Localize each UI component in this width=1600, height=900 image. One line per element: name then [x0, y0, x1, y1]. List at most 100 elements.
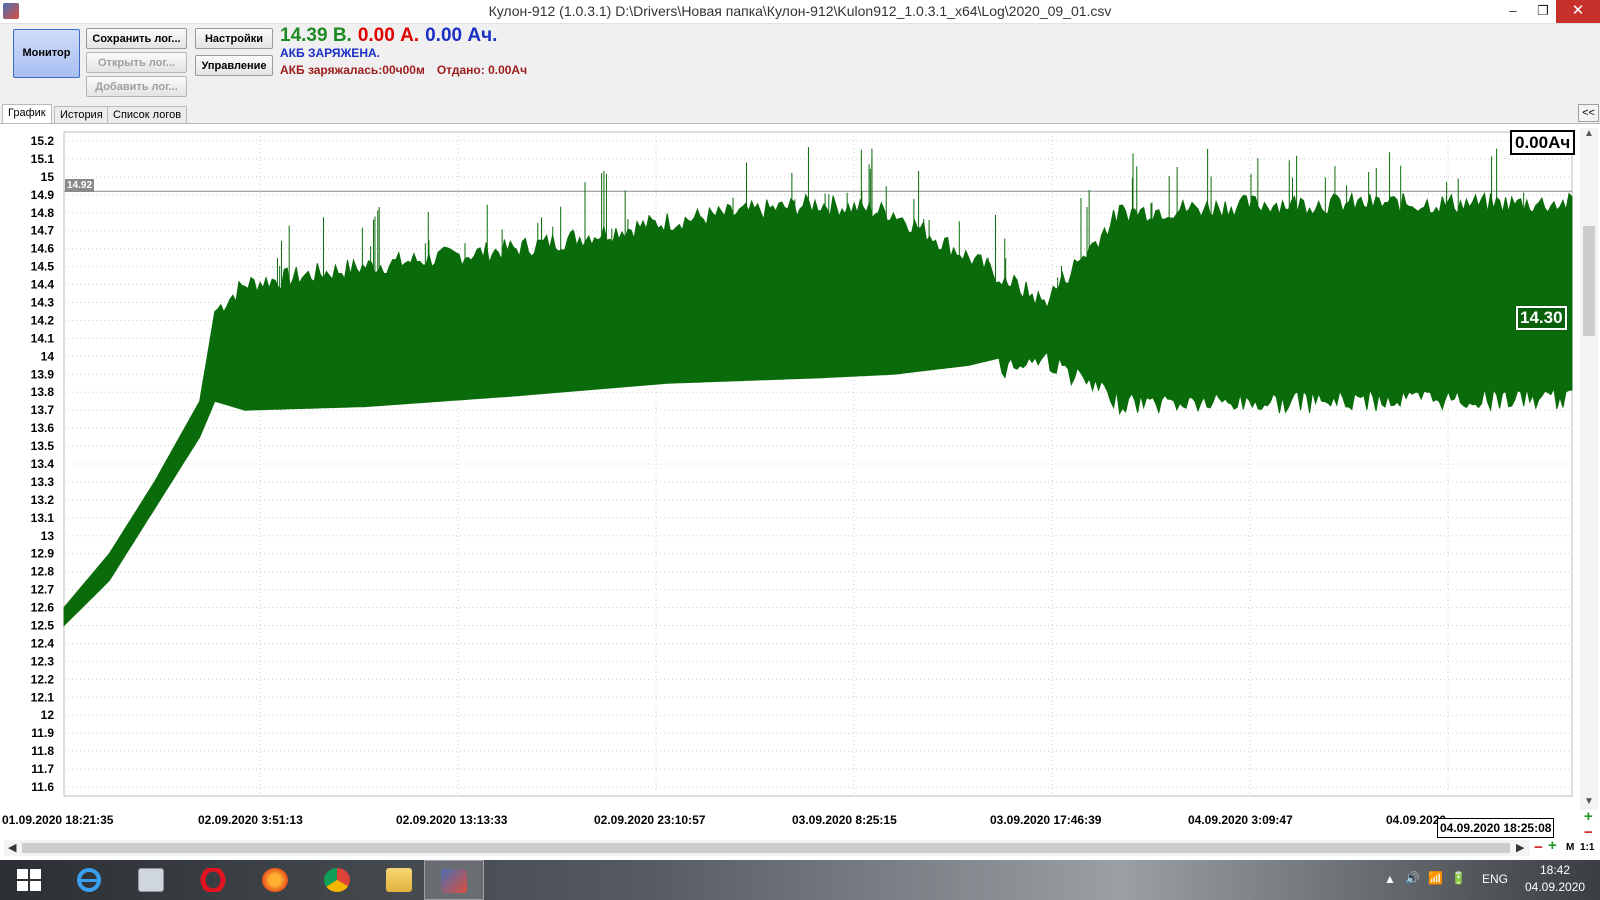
end-time-label: 04.09.2020 18:25:08	[1437, 818, 1555, 838]
taskbar-opera[interactable]	[184, 860, 244, 900]
y-tick-label: 12.8	[31, 565, 55, 579]
live-readout: 14.39 В. 0.00 А. 0.00 Ач.	[280, 25, 497, 47]
restore-button[interactable]: ❐	[1528, 0, 1558, 23]
ah-total-box: 0.00Ач	[1510, 130, 1576, 155]
control-button[interactable]: Управление	[195, 55, 273, 76]
y-tick-label: 11.9	[31, 726, 54, 740]
add-log-button[interactable]: Добавить лог...	[86, 76, 187, 97]
language-indicator[interactable]: ENG	[1482, 872, 1508, 886]
y-tick-label: 14.2	[31, 313, 55, 327]
y-axis: 15.2 15.1 15 14.9 14.8 14.7 14.6 14.5 14.4 14.3 14…	[31, 134, 55, 794]
y-tick-label: 13.4	[31, 457, 55, 471]
settings-button[interactable]: Настройки	[195, 28, 273, 49]
title-bar: Кулон-912 (1.0.3.1) D:\Drivers\Новая пап…	[0, 0, 1600, 24]
vertical-scroll-thumb[interactable]	[1583, 226, 1595, 336]
taskbar-kulon[interactable]	[424, 860, 484, 900]
y-tick-label: 13.5	[31, 439, 55, 453]
minimize-button[interactable]: –	[1498, 0, 1528, 23]
charge-summary: АКБ заряжалась:00ч00м Отдано: 0.00Ач	[280, 63, 527, 77]
zoom-ratio-label[interactable]: 1:1	[1580, 842, 1594, 853]
y-tick-label: 12.7	[31, 583, 55, 597]
y-tick-label: 11.6	[31, 780, 54, 794]
volume-icon[interactable]: 🔊	[1405, 871, 1420, 885]
network-icon[interactable]: 📶	[1428, 871, 1443, 885]
horizontal-scrollbar[interactable]: ◀ ▶	[4, 840, 1530, 856]
collapse-panel-button[interactable]: <<	[1578, 104, 1599, 122]
taskbar-explorer[interactable]	[370, 860, 430, 900]
close-button[interactable]: ✕	[1556, 0, 1600, 23]
y-tick-label: 12.1	[31, 690, 55, 704]
y-tick-label: 14	[41, 349, 55, 363]
taskbar-ie[interactable]	[60, 860, 120, 900]
x-tick-label: 02.09.2020 13:13:33	[396, 813, 508, 827]
y-tick-label: 13.7	[31, 403, 55, 417]
scroll-right-icon[interactable]: ▶	[1516, 840, 1524, 856]
tray-arrow-icon[interactable]: ▲	[1384, 872, 1396, 886]
save-log-button[interactable]: Сохранить лог...	[86, 28, 187, 49]
open-log-button[interactable]: Открыть лог...	[86, 52, 187, 73]
windows-logo-icon	[16, 868, 42, 892]
battery-icon[interactable]: 🔋	[1451, 871, 1466, 885]
tab-log-list[interactable]: Список логов	[107, 106, 188, 124]
charge-time: АКБ заряжалась:00ч00м	[280, 63, 425, 77]
horizontal-scroll-thumb[interactable]	[22, 843, 1510, 853]
y-tick-label: 14.8	[31, 206, 55, 220]
y-tick-label: 11.7	[31, 762, 54, 776]
voltage-band	[63, 191, 1573, 627]
scroll-left-icon[interactable]: ◀	[8, 840, 16, 856]
y-tick-label: 14.5	[31, 260, 55, 274]
y-tick-label: 12.3	[31, 654, 55, 668]
given-capacity: Отдано: 0.00Ач	[436, 63, 528, 77]
calculator-icon	[138, 868, 164, 892]
y-tick-label: 12	[41, 708, 55, 722]
x-tick-label: 03.09.2020 17:46:39	[990, 813, 1102, 827]
y-tick-label: 13	[41, 529, 55, 543]
start-button[interactable]	[0, 860, 60, 900]
clock-date[interactable]: 04.09.2020	[1525, 880, 1585, 894]
scroll-up-icon[interactable]: ▲	[1580, 128, 1598, 139]
zoom-in-x-icon[interactable]: +	[1548, 837, 1557, 854]
y-tick-label: 13.3	[31, 475, 55, 489]
taskbar: ▲ 🔊 📶 🔋 ENG 18:42 04.09.2020	[0, 860, 1600, 900]
y-tick-label: 12.2	[31, 672, 55, 686]
chrome-icon	[324, 868, 350, 892]
y-tick-label: 15	[41, 170, 55, 184]
taskbar-chrome[interactable]	[308, 860, 368, 900]
scroll-down-icon[interactable]: ▼	[1580, 796, 1598, 807]
clock-time[interactable]: 18:42	[1525, 863, 1585, 877]
x-tick-label: 02.09.2020 23:10:57	[594, 813, 706, 827]
battery-state: АКБ ЗАРЯЖЕНА.	[280, 46, 380, 60]
x-tick-label: 03.09.2020 8:25:15	[792, 813, 897, 827]
voltage-series	[63, 147, 1573, 627]
y-tick-label: 12.6	[31, 601, 55, 615]
folder-icon	[386, 868, 412, 892]
x-tick-label: 02.09.2020 3:51:13	[198, 813, 303, 827]
zoom-mode-label[interactable]: M	[1566, 842, 1574, 853]
y-tick-label: 12.9	[31, 547, 55, 561]
y-tick-label: 15.1	[31, 152, 55, 166]
y-tick-label: 11.8	[31, 744, 54, 758]
y-tick-label: 13.8	[31, 385, 55, 399]
vertical-scrollbar[interactable]: ▲ ▼	[1580, 128, 1598, 810]
taskbar-firefox[interactable]	[246, 860, 306, 900]
zoom-out-x-icon[interactable]: −	[1534, 839, 1543, 856]
firefox-icon	[262, 868, 288, 892]
y-tick-label: 15.2	[31, 134, 55, 148]
y-tick-label: 14.6	[31, 242, 55, 256]
y-tick-label: 13.9	[31, 367, 55, 381]
y-tick-label: 12.5	[31, 619, 55, 633]
x-tick-label: 01.09.2020 18:21:35	[2, 813, 114, 827]
tab-history[interactable]: История	[54, 106, 109, 124]
zoom-out-y-icon[interactable]: −	[1584, 824, 1593, 841]
opera-icon	[200, 866, 226, 894]
kulon-app-icon	[441, 869, 467, 893]
zoom-in-y-icon[interactable]: +	[1584, 808, 1593, 825]
tab-graph[interactable]: График	[2, 104, 52, 124]
y-tick-label: 12.4	[31, 636, 55, 650]
voltage-chart: 15.2 15.1 15 14.9 14.8 14.7 14.6 14.5 14.4 14.3 14…	[2, 131, 1573, 827]
monitor-button[interactable]: Монитор	[13, 29, 80, 78]
chart-panel: 15.2 15.1 15 14.9 14.8 14.7 14.6 14.5 14.4 14.3 14…	[0, 123, 1600, 863]
capacity-value: 0.00 Ач.	[425, 25, 498, 46]
taskbar-calculator[interactable]	[122, 860, 182, 900]
y-tick-label: 13.2	[31, 493, 55, 507]
